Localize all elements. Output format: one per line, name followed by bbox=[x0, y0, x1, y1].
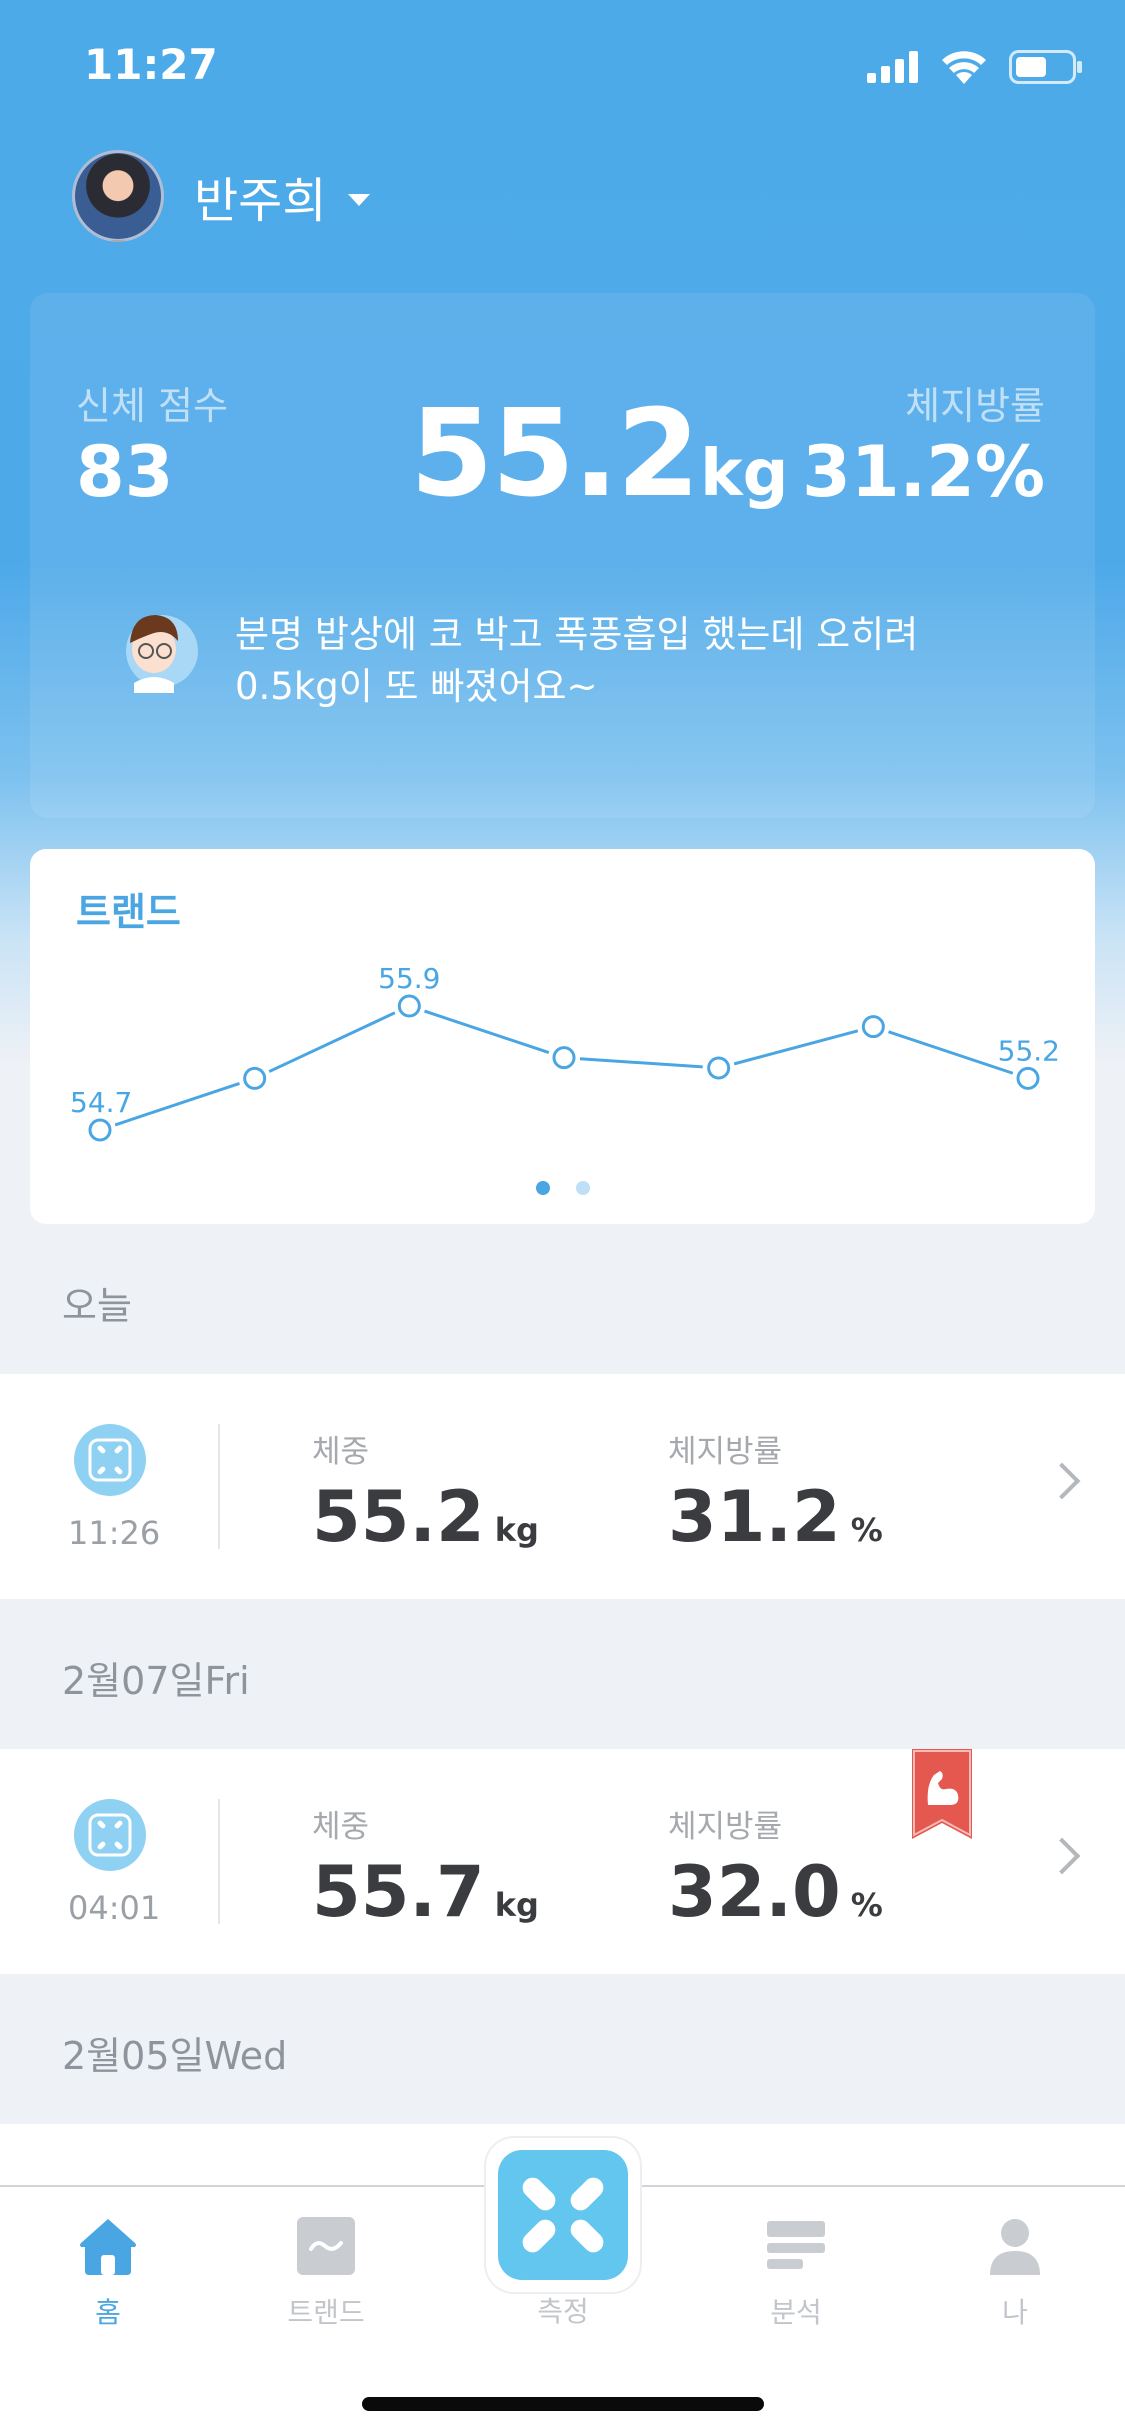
page-indicator bbox=[30, 1181, 1095, 1195]
tab-label: 홈 bbox=[95, 2296, 121, 2329]
trend-card[interactable]: 트랜드 54.7 55.9 55.2 bbox=[30, 849, 1095, 1224]
trend-point[interactable] bbox=[397, 994, 421, 1018]
battery-icon bbox=[1009, 50, 1082, 84]
record-time: 04:01 bbox=[68, 1889, 161, 1927]
status-icons bbox=[867, 50, 1083, 84]
divider bbox=[218, 1424, 220, 1549]
weight-label: 체중 bbox=[312, 1434, 370, 1470]
trend-line-segment bbox=[268, 1011, 396, 1073]
current-weight-value: 55.2 bbox=[410, 385, 700, 524]
record-time: 11:26 bbox=[68, 1514, 161, 1552]
trend-line-segment bbox=[733, 1029, 859, 1066]
status-time: 11:27 bbox=[84, 40, 218, 89]
home-indicator bbox=[362, 2397, 764, 2411]
profile-icon bbox=[982, 2213, 1048, 2279]
trend-point[interactable] bbox=[88, 1118, 112, 1142]
trend-point-label: 54.7 bbox=[70, 1086, 132, 1119]
weight-label: 체중 bbox=[312, 1809, 370, 1845]
user-name[interactable]: 반주희 bbox=[194, 161, 326, 231]
trend-point[interactable] bbox=[707, 1056, 731, 1080]
caret-down-icon[interactable] bbox=[348, 194, 371, 206]
body-fat-number: 31.2 bbox=[668, 1476, 841, 1558]
scale-icon bbox=[498, 2150, 628, 2280]
body-fat-label: 체지방률 bbox=[668, 1434, 783, 1470]
tab-label-measure: 측정 bbox=[537, 2295, 589, 2328]
trend-point[interactable] bbox=[552, 1046, 576, 1070]
weight-value: 55.7 kg bbox=[312, 1851, 539, 1933]
trend-chart: 54.7 55.9 55.2 bbox=[70, 962, 1060, 1142]
record-row[interactable]: 04:01 체중 55.7 kg 체지방률 32.0% bbox=[0, 1749, 1125, 1974]
scale-glyph-icon bbox=[88, 1438, 132, 1482]
body-fat-value: 32.0% bbox=[668, 1851, 883, 1933]
body-fat-value: 31.2% bbox=[668, 1476, 883, 1558]
weight-number: 55.7 bbox=[312, 1851, 485, 1933]
scale-glyph-icon bbox=[88, 1813, 132, 1857]
section-label-date: 2월05일Wed bbox=[62, 2034, 288, 2078]
divider bbox=[218, 1799, 220, 1924]
tab-label: 트랜드 bbox=[287, 2296, 365, 2329]
trend-point[interactable] bbox=[243, 1066, 267, 1090]
muscle-badge-icon bbox=[912, 1749, 972, 1839]
current-weight-unit: kg bbox=[700, 437, 789, 511]
user-switcher[interactable]: 반주희 bbox=[72, 150, 371, 242]
trend-line-segment bbox=[114, 1081, 240, 1127]
trend-icon bbox=[293, 2213, 359, 2279]
body-fat-label: 체지방률 bbox=[905, 384, 1045, 428]
section-label-today: 오늘 bbox=[62, 1284, 132, 1328]
measure-button[interactable] bbox=[486, 2138, 640, 2292]
trend-point-label: 55.2 bbox=[998, 1034, 1060, 1067]
current-weight: 55.2kg bbox=[410, 385, 788, 524]
body-fat-label: 체지방률 bbox=[668, 1809, 783, 1845]
trend-point-label: 55.9 bbox=[378, 962, 440, 995]
wifi-icon bbox=[942, 51, 986, 84]
record-row[interactable]: 11:26 체중 55.2 kg 체지방률 31.2% bbox=[0, 1374, 1125, 1599]
body-fat-value: 31.2% bbox=[802, 431, 1045, 513]
tab-label: 나 bbox=[1002, 2296, 1028, 2329]
section-label-date: 2월07일Fri bbox=[62, 1659, 250, 1703]
trend-line-segment bbox=[424, 1009, 550, 1055]
coach-message-line-2: 0.5kg이 또 빠졌어요~ bbox=[235, 665, 598, 708]
tab-home[interactable]: 홈 bbox=[28, 2213, 188, 2331]
tab-me[interactable]: 나 bbox=[935, 2213, 1095, 2331]
body-fat-unit: % bbox=[850, 1886, 883, 1924]
coach-message: 분명 밥상에 코 박고 폭풍흡입 했는데 오히려 0.5kg이 또 빠졌어요~ bbox=[235, 609, 1055, 713]
body-fat-number: 32.0 bbox=[668, 1851, 841, 1933]
cartoon-avatar-icon bbox=[126, 615, 198, 693]
weight-value: 55.2 kg bbox=[312, 1476, 539, 1558]
weight-number: 55.2 bbox=[312, 1476, 485, 1558]
avatar[interactable] bbox=[72, 150, 164, 242]
body-score-value: 83 bbox=[76, 431, 174, 513]
trend-line-segment bbox=[888, 1030, 1014, 1075]
coach-message-line-1: 분명 밥상에 코 박고 폭풍흡입 했는데 오히려 bbox=[235, 613, 919, 656]
page-dot-1 bbox=[535, 1181, 550, 1195]
body-score-label: 신체 점수 bbox=[76, 384, 228, 428]
chevron-right-icon[interactable] bbox=[1043, 1462, 1081, 1500]
analysis-icon bbox=[763, 2213, 829, 2279]
weight-unit: kg bbox=[494, 1886, 539, 1924]
page-dot-2 bbox=[575, 1181, 590, 1195]
scale-icon bbox=[74, 1424, 146, 1496]
trend-line-segment bbox=[579, 1057, 703, 1069]
tab-analysis[interactable]: 분석 bbox=[716, 2213, 876, 2331]
summary-card[interactable]: 신체 점수 83 55.2kg 체지방률 31.2% 분명 밥상에 코 박고 폭… bbox=[30, 293, 1095, 818]
tab-trend[interactable]: 트랜드 bbox=[246, 2213, 406, 2331]
body-fat-unit: % bbox=[850, 1511, 883, 1549]
status-bar: 11:27 bbox=[0, 0, 1125, 130]
tab-label: 분석 bbox=[770, 2296, 822, 2329]
signal-icon bbox=[867, 51, 918, 83]
trend-point[interactable] bbox=[861, 1015, 885, 1039]
weight-unit: kg bbox=[494, 1511, 539, 1549]
trend-point[interactable] bbox=[1016, 1066, 1040, 1090]
home-icon bbox=[75, 2213, 141, 2279]
chevron-right-icon[interactable] bbox=[1043, 1837, 1081, 1875]
scale-icon bbox=[74, 1799, 146, 1871]
